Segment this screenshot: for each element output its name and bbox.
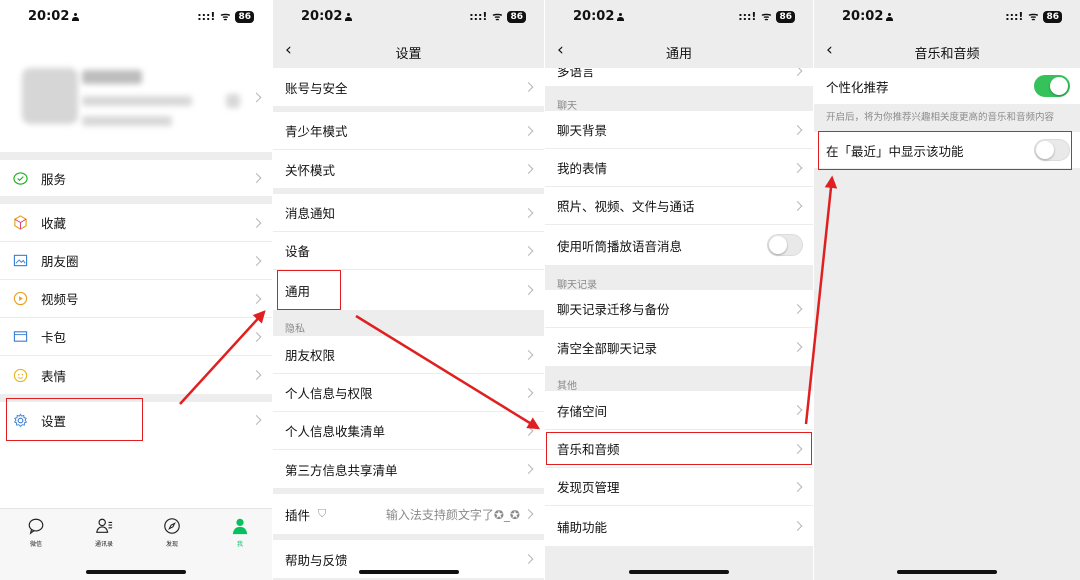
profile-chevron-icon — [251, 92, 262, 103]
settings-screen: 20:02 :::! ᯤ 86 ‹ 设置 账号与安全 青少年模式 关怀模式 消息通知… — [273, 0, 544, 580]
home-indicator — [86, 570, 186, 574]
general-row-storage[interactable]: 存储空间 — [545, 391, 813, 430]
status-icons: :::! ᯤ 86 — [197, 9, 254, 24]
home-indicator — [358, 570, 459, 574]
general-row-discover-manage[interactable]: 发现页管理 — [545, 468, 813, 506]
general-row-history-backup[interactable]: 聊天记录迁移与备份 — [545, 290, 813, 328]
settings-row-notifications[interactable]: 消息通知 — [273, 194, 544, 232]
me-screen: 20:02 :::! ᯤ 86 服务 收藏 朋友圈 视频号 卡包 表情 设置 微… — [0, 0, 272, 580]
music-row-personalized[interactable]: 个性化推荐 — [814, 68, 1080, 104]
highlight-show-in-recent — [818, 131, 1072, 170]
menu-item-channels[interactable]: 视频号 — [0, 280, 272, 318]
earpiece-toggle[interactable] — [767, 234, 803, 256]
status-time: 20:02 — [842, 9, 894, 24]
profile-header[interactable] — [0, 40, 272, 152]
menu-item-card[interactable]: 卡包 — [0, 318, 272, 356]
menu-item-moments[interactable]: 朋友圈 — [0, 242, 272, 280]
status-bar: 20:02 :::! ᯤ 86 — [814, 0, 1080, 36]
moments-icon — [12, 253, 28, 269]
plugin-hint: 输入法支持颜文字了✪_✪ — [385, 507, 520, 522]
status-icons: :::! ᯤ 86 — [738, 9, 795, 24]
settings-row-teen-mode[interactable]: 青少年模式 — [273, 112, 544, 150]
general-row-earpiece[interactable]: 使用听筒播放语音消息 — [545, 225, 813, 265]
settings-row-devices[interactable]: 设备 — [273, 232, 544, 270]
general-row-media-calls[interactable]: 照片、视频、文件与通话 — [545, 187, 813, 225]
settings-row-account[interactable]: 账号与安全 — [273, 68, 544, 106]
sticker-icon — [12, 367, 28, 383]
general-row-my-stickers[interactable]: 我的表情 — [545, 149, 813, 187]
page-title: 通用 — [665, 47, 692, 62]
tab-discover[interactable]: 发现 — [150, 517, 194, 548]
profile-status-blurred — [82, 116, 172, 126]
nav-bar: ‹ 设置 — [273, 36, 544, 68]
profile-name-blurred — [82, 70, 142, 84]
status-bar: 20:02 :::! ᯤ 86 — [0, 0, 272, 36]
settings-row-personal-info[interactable]: 个人信息与权限 — [273, 374, 544, 412]
page-title: 音乐和音频 — [914, 47, 980, 62]
highlight-general — [277, 270, 341, 310]
section-privacy: 隐私 — [285, 324, 305, 335]
section-chat-history: 聊天记录 — [557, 280, 597, 291]
profile-id-blurred — [82, 96, 192, 106]
menu-item-favorites[interactable]: 收藏 — [0, 204, 272, 242]
settings-row-info-collection[interactable]: 个人信息收集清单 — [273, 412, 544, 450]
tab-bar: 微信 通讯录 发现 我 — [0, 508, 272, 580]
nav-bar: ‹ 音乐和音频 — [814, 36, 1080, 68]
service-icon — [12, 170, 28, 186]
home-indicator — [629, 570, 729, 574]
favorites-icon — [12, 215, 28, 231]
page-title: 设置 — [395, 47, 422, 62]
general-screen: 20:02 :::! ᯤ 86 ‹ 通用 多语言 聊天 聊天背景 我的表情 照片、视… — [545, 0, 813, 580]
settings-row-friend-permissions[interactable]: 朋友权限 — [273, 336, 544, 374]
me-icon — [232, 518, 248, 535]
personalized-description: 开启后，将为你推荐兴趣相关度更高的音乐和音频内容 — [826, 112, 1055, 123]
tab-chats[interactable]: 微信 — [14, 517, 58, 548]
section-chat: 聊天 — [557, 101, 577, 112]
discover-icon — [164, 518, 180, 534]
plugin-shield-icon: ⛉ — [318, 507, 327, 520]
settings-row-care-mode[interactable]: 关怀模式 — [273, 150, 544, 188]
status-time: 20:02 — [573, 9, 625, 24]
status-icons: :::! ᯤ 86 — [469, 9, 526, 24]
menu-item-stickers[interactable]: 表情 — [0, 356, 272, 394]
qr-code-icon[interactable] — [226, 94, 240, 108]
avatar — [22, 68, 78, 124]
contacts-icon — [96, 518, 113, 533]
tab-contacts[interactable]: 通讯录 — [82, 517, 126, 548]
music-audio-screen: 20:02 :::! ᯤ 86 ‹ 音乐和音频 个性化推荐 开启后，将为你推荐兴趣相… — [814, 0, 1080, 580]
general-row-clear-history[interactable]: 清空全部聊天记录 — [545, 328, 813, 366]
highlight-music-audio — [546, 432, 812, 465]
chat-icon — [28, 518, 44, 535]
status-time: 20:02 — [28, 9, 80, 24]
nav-bar: ‹ 通用 — [545, 36, 813, 68]
general-row-accessibility[interactable]: 辅助功能 — [545, 506, 813, 546]
highlight-settings — [6, 398, 143, 441]
menu-item-service[interactable]: 服务 — [0, 160, 272, 196]
settings-row-plugins[interactable]: 插件 ⛉ 输入法支持颜文字了✪_✪ — [273, 494, 544, 534]
settings-row-third-party[interactable]: 第三方信息共享清单 — [273, 450, 544, 488]
section-other: 其他 — [557, 381, 577, 392]
personalized-toggle[interactable] — [1034, 75, 1070, 97]
card-icon — [12, 329, 28, 345]
channels-icon — [12, 291, 28, 307]
status-icons: :::! ᯤ 86 — [1005, 9, 1062, 24]
tab-me[interactable]: 我 — [218, 517, 262, 548]
status-bar: 20:02 :::! ᯤ 86 — [273, 0, 544, 36]
status-time: 20:02 — [301, 9, 353, 24]
home-indicator — [897, 570, 997, 574]
general-row-chat-background[interactable]: 聊天背景 — [545, 111, 813, 149]
status-bar: 20:02 :::! ᯤ 86 — [545, 0, 813, 36]
